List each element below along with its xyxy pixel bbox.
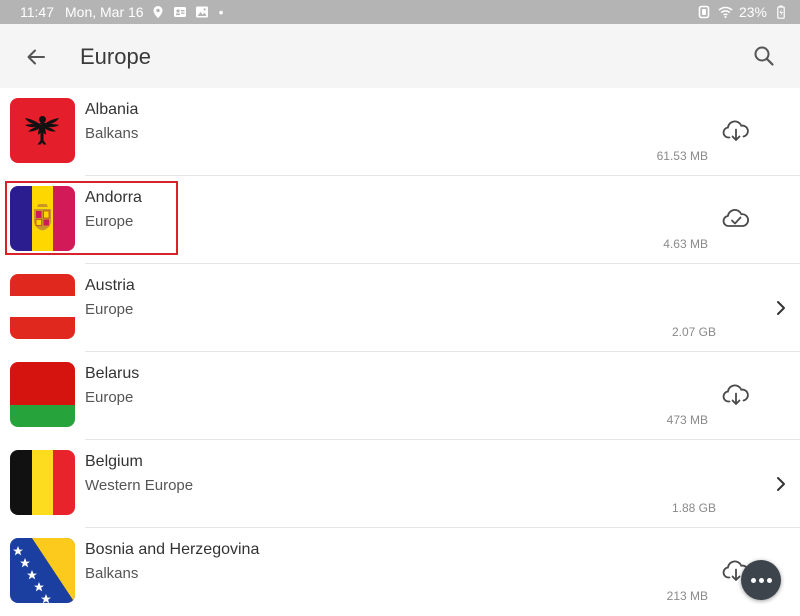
download-size: 61.53 MB xyxy=(656,149,708,163)
cloud-download-icon xyxy=(722,384,749,405)
download-size: 1.88 GB xyxy=(671,501,716,515)
wifi-icon xyxy=(718,5,733,20)
status-time: 11:47 xyxy=(20,4,54,20)
country-region: Europe xyxy=(85,389,134,406)
back-button[interactable] xyxy=(20,41,52,73)
list-item-andorra[interactable]: Andorra Europe 4.63 MB xyxy=(0,176,800,264)
list-item-belgium[interactable]: Belgium Western Europe 1.88 GB xyxy=(0,440,800,528)
downloaded-status[interactable] xyxy=(721,204,751,234)
arrow-left-icon xyxy=(27,49,45,65)
andorra-flag-icon xyxy=(10,186,75,251)
notification-dot: • xyxy=(218,4,224,20)
search-icon xyxy=(754,46,774,66)
country-name: Albania xyxy=(85,101,139,118)
chevron-right-icon xyxy=(777,477,785,491)
list-item-belarus[interactable]: Belarus Europe 473 MB xyxy=(0,352,800,440)
status-bar-left: 11:47 Mon, Mar 16 • xyxy=(0,4,224,20)
country-region: Europe xyxy=(85,213,134,230)
country-name: Belgium xyxy=(85,453,143,470)
search-button[interactable] xyxy=(748,40,780,72)
download-size: 2.07 GB xyxy=(671,325,716,339)
app-bar: Europe xyxy=(0,24,800,88)
bosnia-flag-icon xyxy=(10,538,75,603)
location-pin-icon xyxy=(151,5,166,20)
download-size: 473 MB xyxy=(666,413,708,427)
image-icon xyxy=(195,5,210,20)
more-dots-icon xyxy=(766,577,772,583)
country-name: Bosnia and Herzegovina xyxy=(85,541,260,558)
download-size: 4.63 MB xyxy=(663,237,708,251)
country-region: Balkans xyxy=(85,565,139,582)
country-list: Albania Balkans 61.53 MB Andorra Europe … xyxy=(0,88,800,616)
country-name: Austria xyxy=(85,277,135,294)
country-region: Western Europe xyxy=(85,477,194,494)
more-dots-icon xyxy=(758,577,764,583)
albania-flag-icon xyxy=(10,98,75,163)
cloud-check-icon xyxy=(722,209,749,227)
list-item-austria[interactable]: Austria Europe 2.07 GB xyxy=(0,264,800,352)
austria-flag-icon xyxy=(10,274,75,339)
battery-percentage: 23% xyxy=(738,4,767,20)
more-options-button[interactable] xyxy=(741,560,781,600)
status-bar: 11:47 Mon, Mar 16 • 23% xyxy=(0,0,800,24)
country-name: Andorra xyxy=(85,189,142,206)
status-date: Mon, Mar 16 xyxy=(65,4,144,20)
chevron-right-icon xyxy=(777,301,785,315)
expand-regions-button[interactable] xyxy=(766,293,796,323)
download-size: 213 MB xyxy=(666,589,708,603)
more-dots-icon xyxy=(750,577,756,583)
country-region: Europe xyxy=(85,301,134,318)
country-region: Balkans xyxy=(85,125,139,142)
page-title: Europe xyxy=(80,44,151,69)
battery-charging-icon xyxy=(773,5,788,20)
list-item-albania[interactable]: Albania Balkans 61.53 MB xyxy=(0,88,800,176)
expand-regions-button[interactable] xyxy=(766,469,796,499)
belgium-flag-icon xyxy=(10,450,75,515)
cloud-download-icon xyxy=(722,120,749,141)
download-button[interactable] xyxy=(721,380,751,410)
nfc-icon xyxy=(697,5,712,20)
contact-card-icon xyxy=(173,5,188,20)
download-button[interactable] xyxy=(721,116,751,146)
country-name: Belarus xyxy=(85,365,140,382)
status-bar-right: 23% xyxy=(697,0,788,24)
list-item-bosnia-and-herzegovina[interactable]: Bosnia and Herzegovina Balkans 213 MB xyxy=(0,528,800,616)
belarus-flag-icon xyxy=(10,362,75,427)
